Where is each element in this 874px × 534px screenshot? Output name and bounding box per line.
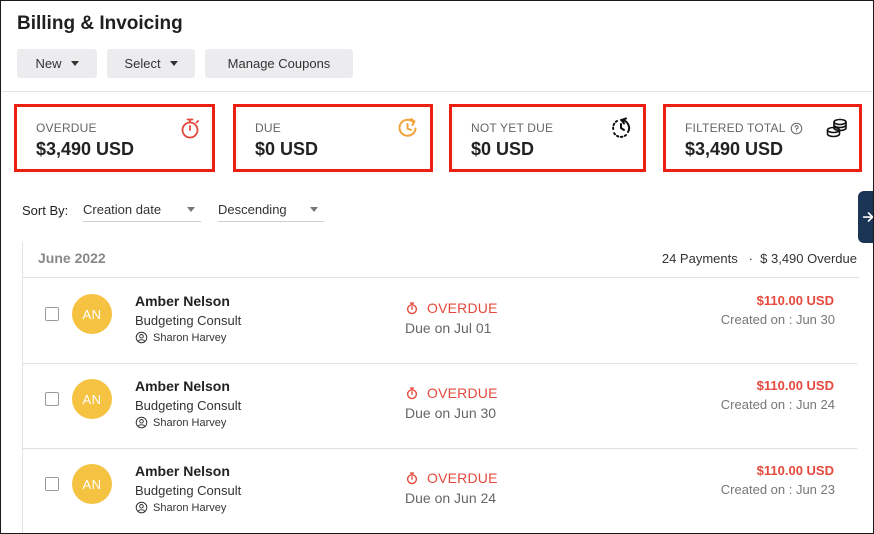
row-checkbox[interactable] xyxy=(45,392,59,406)
help-icon[interactable] xyxy=(790,122,803,135)
filtered-total-card-label: FILTERED TOTAL xyxy=(685,121,786,135)
client-name[interactable]: Amber Nelson xyxy=(135,378,230,394)
staff-name: Sharon Harvey xyxy=(153,331,227,344)
overdue-summary-card[interactable]: OVERDUE $3,490 USD xyxy=(14,104,215,172)
not-yet-due-card-value: $0 USD xyxy=(471,139,535,159)
filtered-total-label-row: FILTERED TOTAL xyxy=(685,121,803,135)
filtered-total-card-value: $3,490 USD xyxy=(685,139,784,159)
coins-stack-icon xyxy=(826,118,847,138)
invoice-row[interactable]: AN Amber Nelson Budgeting Consult Sharon… xyxy=(23,364,857,449)
filtered-total-summary-card[interactable]: FILTERED TOTAL $3,490 USD xyxy=(663,104,862,172)
manage-coupons-button[interactable]: Manage Coupons xyxy=(205,49,353,78)
select-button-label: Select xyxy=(124,56,161,71)
manage-coupons-label: Manage Coupons xyxy=(227,56,331,71)
overdue-total: $ 3,490 Overdue xyxy=(760,251,857,266)
client-name[interactable]: Amber Nelson xyxy=(135,293,230,309)
sort-field-select[interactable]: Creation date xyxy=(83,198,201,222)
payments-count: 24 Payments xyxy=(661,251,738,266)
due-card-value: $0 USD xyxy=(255,139,319,159)
invoice-amount[interactable]: $110.00 USD xyxy=(757,378,834,393)
arrow-right-icon xyxy=(862,212,873,222)
service-name: Budgeting Consult xyxy=(135,313,242,328)
invoice-row[interactable]: AN Amber Nelson Budgeting Consult Sharon… xyxy=(23,449,857,533)
invoice-list: June 2022 24 Payments · $ 3,490 Overdue … xyxy=(22,242,859,533)
dashed-clock-icon xyxy=(612,117,631,138)
new-button[interactable]: New xyxy=(17,49,97,78)
invoice-row[interactable]: AN Amber Nelson Budgeting Consult Sharon… xyxy=(23,279,857,364)
row-checkbox[interactable] xyxy=(45,477,59,491)
status-text: OVERDUE xyxy=(427,385,498,401)
chevron-down-icon xyxy=(187,207,195,212)
header-divider xyxy=(2,91,872,92)
user-circle-icon xyxy=(135,416,148,429)
staff-member: Sharon Harvey xyxy=(135,501,226,514)
staff-member: Sharon Harvey xyxy=(135,416,226,429)
new-button-label: New xyxy=(35,56,62,71)
status-badge: OVERDUE xyxy=(405,470,498,486)
sort-order-value: Descending xyxy=(218,202,287,217)
user-circle-icon xyxy=(135,331,148,344)
stopwatch-icon xyxy=(406,302,418,315)
app-window: Billing & Invoicing New Select Manage Co… xyxy=(0,0,874,534)
due-date: Due on Jun 30 xyxy=(405,405,497,421)
status-text: OVERDUE xyxy=(427,470,498,486)
chevron-down-icon xyxy=(310,207,318,212)
avatar: AN xyxy=(72,294,112,334)
select-button[interactable]: Select xyxy=(107,49,195,78)
service-name: Budgeting Consult xyxy=(135,483,242,498)
service-name: Budgeting Consult xyxy=(135,398,242,413)
avatar: AN xyxy=(72,464,112,504)
stopwatch-icon xyxy=(406,387,418,400)
page-title: Billing & Invoicing xyxy=(17,13,183,34)
user-circle-icon xyxy=(135,501,148,514)
chevron-down-icon xyxy=(70,61,79,66)
staff-member: Sharon Harvey xyxy=(135,331,226,344)
chevron-down-icon xyxy=(169,61,178,66)
staff-name: Sharon Harvey xyxy=(153,416,227,429)
invoice-amount[interactable]: $110.00 USD xyxy=(757,463,834,478)
toolbar: New Select Manage Coupons xyxy=(17,49,353,78)
sort-order-select[interactable]: Descending xyxy=(218,198,324,222)
sort-controls: Sort By: Creation date Descending xyxy=(22,198,324,222)
overdue-card-label: OVERDUE xyxy=(36,121,97,135)
status-text: OVERDUE xyxy=(427,300,498,316)
created-date: Created on : Jun 30 xyxy=(720,312,835,327)
due-date: Due on Jun 24 xyxy=(405,490,497,506)
row-checkbox[interactable] xyxy=(45,307,59,321)
side-panel-toggle[interactable] xyxy=(858,191,873,243)
stopwatch-icon xyxy=(406,472,418,485)
avatar: AN xyxy=(72,379,112,419)
month-group-header: June 2022 24 Payments · $ 3,490 Overdue xyxy=(23,242,859,278)
due-card-label: DUE xyxy=(255,121,281,135)
not-yet-due-summary-card[interactable]: NOT YET DUE $0 USD xyxy=(449,104,646,172)
created-date: Created on : Jun 23 xyxy=(720,482,835,497)
sort-by-label: Sort By: xyxy=(22,202,69,218)
clock-refresh-icon xyxy=(398,118,417,137)
created-date: Created on : Jun 24 xyxy=(720,397,835,412)
not-yet-due-card-label: NOT YET DUE xyxy=(471,121,554,135)
month-group-title: June 2022 xyxy=(38,250,106,266)
due-summary-card[interactable]: DUE $0 USD xyxy=(233,104,433,172)
month-group-summary: 24 Payments · $ 3,490 Overdue xyxy=(662,251,857,266)
invoice-amount[interactable]: $110.00 USD xyxy=(757,293,834,308)
due-date: Due on Jul 01 xyxy=(405,320,492,336)
overdue-card-value: $3,490 USD xyxy=(36,139,135,159)
client-name[interactable]: Amber Nelson xyxy=(135,463,230,479)
staff-name: Sharon Harvey xyxy=(153,501,227,514)
status-badge: OVERDUE xyxy=(405,385,498,401)
summary-separator: · xyxy=(748,251,753,266)
stopwatch-icon xyxy=(181,118,199,139)
status-badge: OVERDUE xyxy=(405,300,498,316)
sort-field-value: Creation date xyxy=(83,202,162,217)
